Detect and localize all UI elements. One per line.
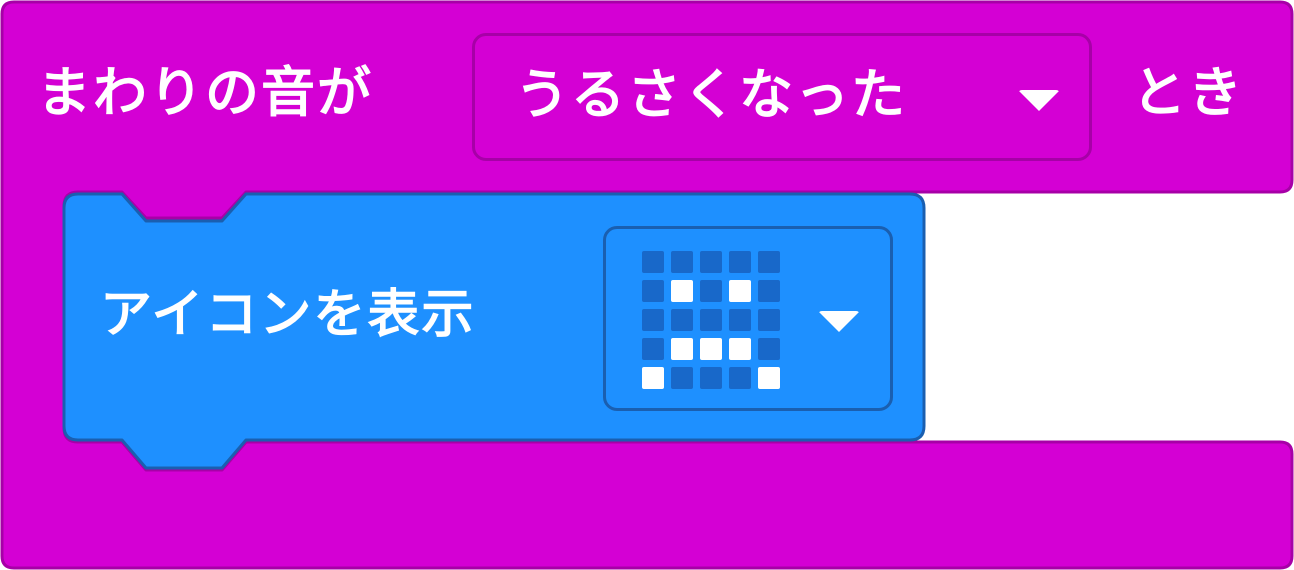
show-icon-label: アイコンを表示: [100, 285, 476, 345]
led-cell: [671, 280, 693, 302]
led-cell: [700, 251, 722, 273]
led-cell: [729, 367, 751, 389]
led-icon-preview: [642, 251, 780, 389]
led-cell: [642, 338, 664, 360]
led-cell: [642, 309, 664, 331]
led-cell: [729, 280, 751, 302]
caret-down-icon: [1018, 90, 1060, 111]
led-cell: [758, 251, 780, 273]
led-cell: [642, 280, 664, 302]
led-cell: [700, 338, 722, 360]
sound-level-dropdown[interactable]: うるさくなった: [472, 33, 1092, 161]
led-cell: [700, 280, 722, 302]
led-cell: [671, 338, 693, 360]
icon-picker-dropdown[interactable]: [603, 226, 893, 411]
block-workspace: まわりの音が うるさくなった とき アイコンを表示: [0, 0, 1294, 570]
led-cell: [758, 280, 780, 302]
led-cell: [758, 367, 780, 389]
led-cell: [671, 309, 693, 331]
led-cell: [671, 367, 693, 389]
led-cell: [700, 309, 722, 331]
led-cell: [758, 309, 780, 331]
led-cell: [700, 367, 722, 389]
led-cell: [758, 338, 780, 360]
event-prefix-label: まわりの音が: [37, 61, 373, 124]
led-cell: [729, 338, 751, 360]
led-cell: [671, 251, 693, 273]
led-cell: [642, 251, 664, 273]
event-suffix-label: とき: [1132, 61, 1244, 124]
led-cell: [642, 367, 664, 389]
led-cell: [729, 251, 751, 273]
led-cell: [729, 309, 751, 331]
caret-down-icon: [818, 311, 860, 332]
sound-level-dropdown-value: うるさくなった: [515, 63, 907, 126]
